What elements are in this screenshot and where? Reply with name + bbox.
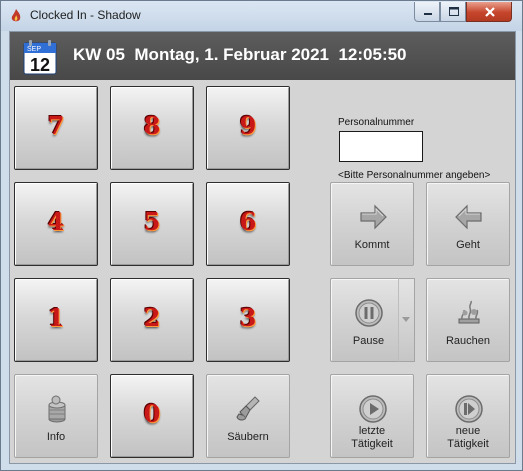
minimize-icon bbox=[424, 13, 432, 15]
keypad-8-button[interactable]: 8 bbox=[110, 86, 194, 170]
play-icon bbox=[359, 395, 387, 423]
maximize-button[interactable] bbox=[440, 2, 466, 22]
keypad-digit-label: 0 bbox=[143, 399, 161, 428]
header-bar: SEP 12 KW 05 Montag, 1. Februar 2021 12:… bbox=[10, 32, 515, 80]
app-flame-icon bbox=[11, 9, 21, 22]
keypad-digit-label: 6 bbox=[239, 207, 257, 236]
keypad-digit-label: 8 bbox=[143, 111, 161, 140]
keypad-7-button[interactable]: 7 bbox=[14, 86, 98, 170]
rauchen-label: Rauchen bbox=[445, 335, 491, 347]
keypad-0-button[interactable]: 0 bbox=[110, 374, 194, 458]
arrow-left-icon bbox=[455, 204, 482, 230]
letzte-taetigkeit-button[interactable]: letzte Tätigkeit bbox=[330, 374, 414, 458]
neue-label-line2: Tätigkeit bbox=[447, 438, 489, 450]
chevron-down-icon bbox=[402, 317, 410, 322]
close-button[interactable] bbox=[466, 2, 512, 22]
personnel-number-label: Personalnummer bbox=[338, 117, 415, 128]
clear-label: Säubern bbox=[227, 431, 269, 443]
calendar-day: 12 bbox=[30, 55, 50, 75]
keypad-3-button[interactable]: 3 bbox=[206, 278, 290, 362]
pause-dropdown-button[interactable] bbox=[398, 278, 415, 362]
letzte-label-line1: letzte bbox=[358, 425, 386, 437]
maximize-icon bbox=[449, 7, 459, 16]
broom-icon bbox=[236, 396, 260, 421]
kommt-label: Kommt bbox=[354, 239, 390, 251]
neue-taetigkeit-button[interactable]: neue Tätigkeit bbox=[426, 374, 510, 458]
skip-icon bbox=[455, 395, 483, 423]
keypad-2-button[interactable]: 2 bbox=[110, 278, 194, 362]
coins-icon bbox=[48, 395, 66, 423]
personnel-number-input[interactable] bbox=[339, 131, 423, 162]
personnel-number-hint: <Bitte Personalnummer angeben> bbox=[338, 170, 491, 181]
smoking-icon bbox=[458, 300, 480, 324]
keypad-4-button[interactable]: 4 bbox=[14, 182, 98, 266]
window-title: Clocked In - Shadow bbox=[30, 8, 141, 22]
client-area: SEP 12 KW 05 Montag, 1. Februar 2021 12:… bbox=[9, 31, 516, 464]
minimize-button[interactable] bbox=[414, 2, 440, 22]
pause-icon bbox=[355, 299, 383, 327]
info-label: Info bbox=[46, 431, 66, 443]
keypad-digit-label: 9 bbox=[239, 111, 257, 140]
neue-label-line1: neue bbox=[455, 425, 481, 437]
close-icon bbox=[485, 7, 495, 17]
geht-label: Geht bbox=[456, 239, 480, 251]
letzte-label-line2: Tätigkeit bbox=[351, 438, 393, 450]
arrow-right-icon bbox=[360, 204, 387, 230]
clear-button[interactable]: Säubern bbox=[206, 374, 290, 458]
app-window: Clocked In - Shadow SEP 12 KW 05 Montag,… bbox=[0, 0, 523, 471]
keypad-digit-label: 7 bbox=[47, 111, 65, 140]
date-time-display: KW 05 Montag, 1. Februar 2021 12:05:50 bbox=[73, 45, 407, 64]
pause-label: Pause bbox=[352, 335, 385, 347]
rauchen-button[interactable]: Rauchen bbox=[426, 278, 510, 362]
pause-button[interactable]: Pause bbox=[330, 278, 407, 362]
keypad-digit-label: 3 bbox=[239, 303, 257, 332]
keypad-digit-label: 5 bbox=[143, 207, 161, 236]
keypad-5-button[interactable]: 5 bbox=[110, 182, 194, 266]
title-bar[interactable]: Clocked In - Shadow bbox=[1, 1, 522, 31]
info-button[interactable]: Info bbox=[14, 374, 98, 458]
geht-button[interactable]: Geht bbox=[426, 182, 510, 266]
keypad-9-button[interactable]: 9 bbox=[206, 86, 290, 170]
kommt-button[interactable]: Kommt bbox=[330, 182, 414, 266]
keypad-digit-label: 1 bbox=[47, 303, 65, 332]
calendar-icon: SEP 12 bbox=[23, 40, 57, 75]
calendar-month: SEP bbox=[27, 46, 41, 53]
keypad-digit-label: 4 bbox=[47, 207, 65, 236]
keypad-1-button[interactable]: 1 bbox=[14, 278, 98, 362]
main-panel: 7 8 9 4 5 6 1 2 3 Info 0 Säubern Persona… bbox=[10, 80, 515, 463]
keypad-digit-label: 2 bbox=[143, 303, 161, 332]
keypad-6-button[interactable]: 6 bbox=[206, 182, 290, 266]
